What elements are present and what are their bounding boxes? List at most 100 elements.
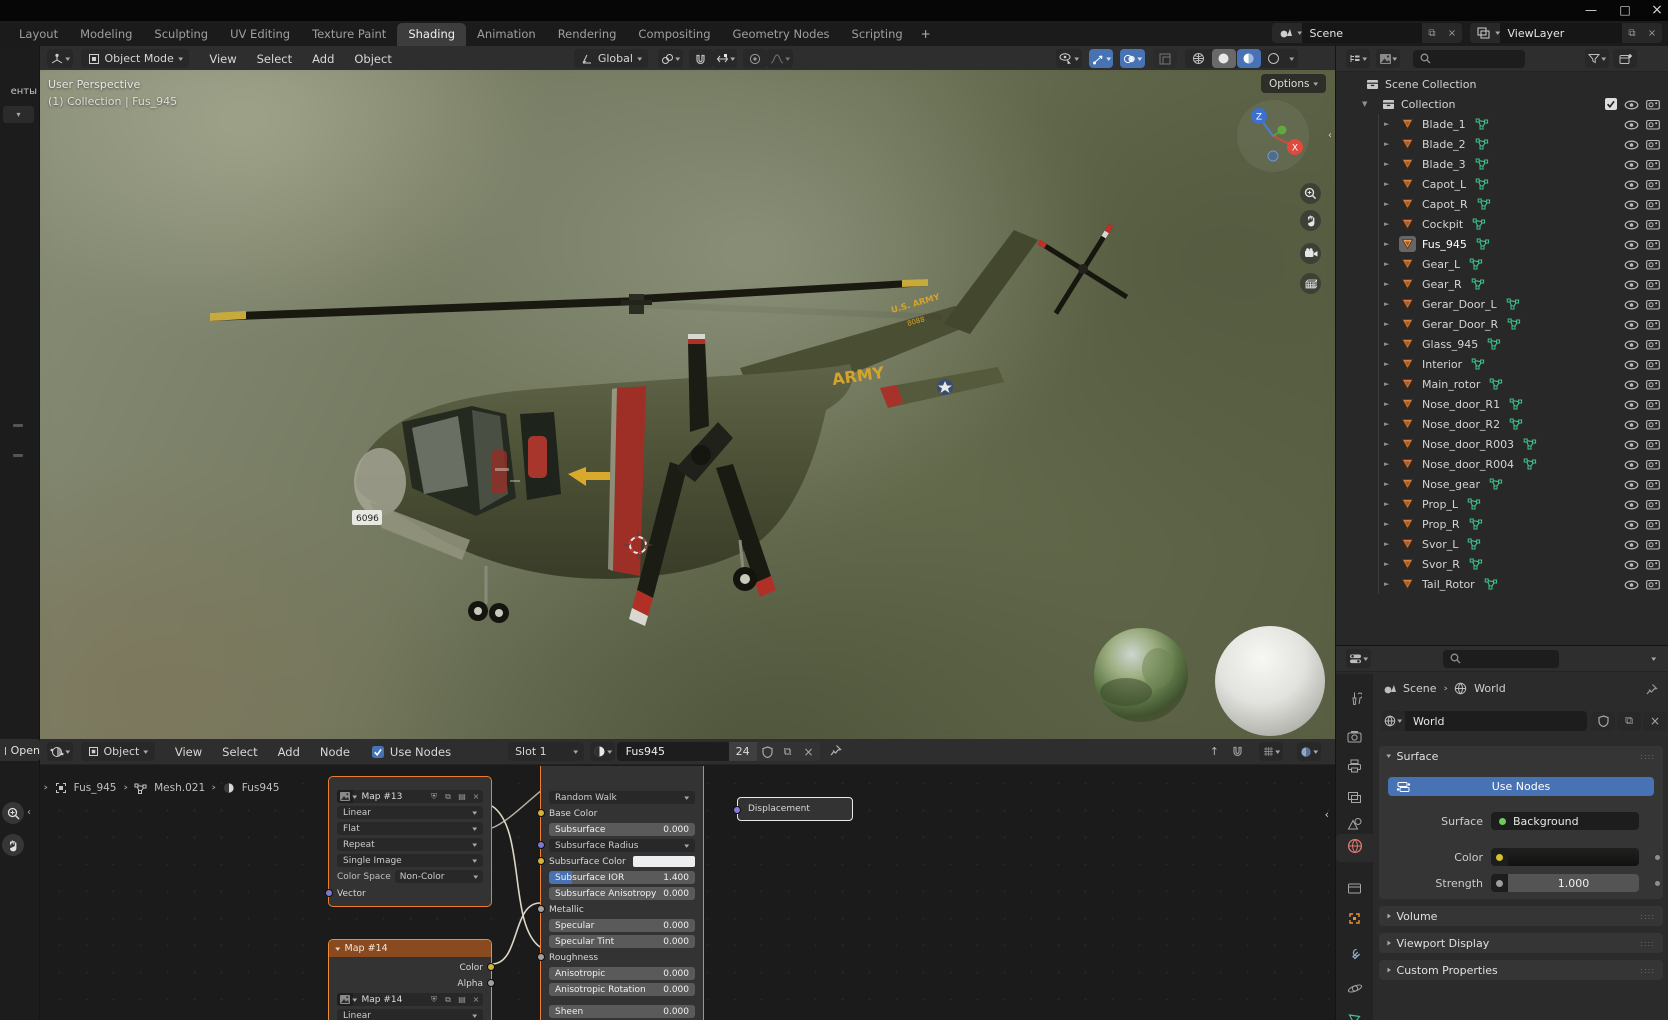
node-snap-magnet-icon[interactable] — [1232, 742, 1243, 761]
breadcrumb-object[interactable]: Fus_945 — [74, 782, 117, 794]
source-dropdown[interactable]: Single Image ▾ — [337, 854, 483, 867]
expand-caret-icon[interactable]: ► — [1384, 280, 1389, 288]
workspace-tab-shading[interactable]: Shading — [397, 23, 467, 46]
minimize-button[interactable]: — — [1578, 1, 1604, 19]
outliner-row-svor-r[interactable]: ► Svor_R — [1336, 554, 1668, 574]
hide-eye-icon[interactable] — [1624, 515, 1639, 534]
outliner-row-prop-r[interactable]: ► Prop_R — [1336, 514, 1668, 534]
outliner-search-input[interactable] — [1413, 49, 1525, 68]
pivot-point-dropdown[interactable]: ▾ — [658, 49, 683, 68]
outliner-row-svor-l[interactable]: ► Svor_L — [1336, 534, 1668, 554]
shader-type-dropdown[interactable]: Object ▾ — [80, 742, 155, 761]
fake-user-shield-icon[interactable] — [1591, 711, 1615, 731]
hide-eye-icon[interactable] — [1624, 535, 1639, 554]
bsdf-subsurface-anisotropy-slider[interactable]: Subsurface Anisotropy 0.000 — [549, 887, 695, 900]
properties-tab-output[interactable] — [1336, 753, 1373, 781]
camera-view-button[interactable] — [1300, 243, 1321, 264]
hide-eye-icon[interactable] — [1624, 195, 1639, 214]
expand-caret-icon[interactable]: ► — [1384, 440, 1389, 448]
panel-volume[interactable]: ▾ Volume:::: — [1379, 906, 1663, 926]
mode-dropdown[interactable]: Object Mode ▾ — [80, 49, 190, 68]
shader-menu-node[interactable]: Node — [310, 745, 360, 759]
outliner-row-nose-door-r1[interactable]: ► Nose_door_R1 — [1336, 394, 1668, 414]
transform-orientation-dropdown[interactable]: Global ▾ — [573, 49, 649, 68]
bsdf-subsurface-ior-slider[interactable]: Subsurface IOR 1.400 — [549, 871, 695, 884]
copy-icon[interactable]: ⧉ — [1422, 28, 1442, 39]
close-icon[interactable]: × — [1642, 28, 1662, 39]
color-output-socket[interactable] — [487, 963, 495, 971]
collapse-left-icon[interactable]: ‹ — [27, 807, 31, 818]
zoom-button[interactable] — [1300, 183, 1321, 204]
color-space-dropdown[interactable]: Non-Color ▾ — [394, 870, 483, 883]
camera-visibility-icon[interactable] — [1646, 395, 1660, 414]
expand-caret-icon[interactable]: ► — [1384, 260, 1389, 268]
shield-icon[interactable]: ⛨ — [427, 995, 441, 1005]
camera-visibility-icon[interactable] — [1646, 135, 1660, 154]
expand-caret-icon[interactable]: ► — [1384, 580, 1389, 588]
expand-caret-icon[interactable]: ► — [1384, 360, 1389, 368]
copy-icon[interactable]: ⧉ — [441, 995, 455, 1005]
shading-material-preview-icon[interactable] — [1236, 49, 1261, 68]
interpolation-dropdown[interactable]: Linear ▾ — [337, 1009, 483, 1020]
expand-caret-icon[interactable]: ► — [1384, 380, 1389, 388]
hide-eye-icon[interactable] — [1624, 315, 1639, 334]
filter-type-dropdown[interactable]: ▾ — [1376, 49, 1400, 68]
hide-eye-icon[interactable] — [1624, 415, 1639, 434]
properties-tab-object[interactable] — [1336, 906, 1373, 934]
breadcrumb-scene[interactable]: Scene — [1403, 682, 1437, 695]
properties-tab-collection[interactable] — [1336, 874, 1373, 902]
expand-caret-icon[interactable]: ► — [1384, 420, 1389, 428]
expand-caret-icon[interactable]: ► — [1384, 560, 1389, 568]
workspace-tab-uv-editing[interactable]: UV Editing — [219, 23, 301, 46]
bsdf-specular-slider[interactable]: Specular 0.000 — [549, 919, 695, 932]
expand-caret-icon[interactable]: ► — [1384, 240, 1389, 248]
alpha-output-socket[interactable] — [487, 979, 495, 987]
image-datablock-row[interactable]: ▾ Map #14 ⛨ ⧉ ▤ × — [337, 993, 483, 1006]
image-texture-node-map13[interactable]: ▾ Map #13 ⛨ ⧉ ▤ × Linear ▾ Flat ▾ Repeat ▾ … — [325, 776, 492, 907]
camera-visibility-icon[interactable] — [1646, 95, 1660, 114]
pan-button[interactable] — [1300, 210, 1321, 231]
new-collection-button[interactable] — [1613, 49, 1637, 68]
copy-material-icon[interactable]: ⧉ — [777, 742, 798, 761]
hidden-panel-tab[interactable]: енты — [11, 86, 37, 97]
pan-widget-button[interactable] — [2, 834, 24, 856]
bsdf-sheen-slider[interactable]: Sheen 0.000 — [549, 1005, 695, 1018]
outliner-row-capot-r[interactable]: ► Capot_R — [1336, 194, 1668, 214]
camera-visibility-icon[interactable] — [1646, 475, 1660, 494]
workspace-tab-compositing[interactable]: Compositing — [627, 23, 721, 46]
outliner-row-tail-rotor[interactable]: ► Tail_Rotor — [1336, 574, 1668, 594]
node-header[interactable]: ▾ Map #14 — [329, 940, 491, 957]
camera-visibility-icon[interactable] — [1646, 295, 1660, 314]
animate-decorator[interactable] — [1655, 880, 1660, 886]
camera-visibility-icon[interactable] — [1646, 555, 1660, 574]
expand-sidebar-icon[interactable]: ‹ — [1325, 808, 1329, 821]
node-canvas[interactable]: › Fus_945 › Mesh.021 › Fus945 ‹ ▾ Map #1… — [40, 766, 1335, 1020]
hide-eye-icon[interactable] — [1624, 395, 1639, 414]
image-datablock-row[interactable]: ▾ Map #13 ⛨ ⧉ ▤ × — [337, 790, 483, 803]
outliner-row-nose-door-r004[interactable]: ► Nose_door_R004 — [1336, 454, 1668, 474]
maximize-button[interactable]: □ — [1612, 1, 1638, 19]
expand-caret-icon[interactable]: ► — [1384, 300, 1389, 308]
editor-type-shader-icon[interactable]: ▾ — [47, 742, 73, 761]
expand-caret-icon[interactable]: ► — [1384, 400, 1389, 408]
camera-visibility-icon[interactable] — [1646, 215, 1660, 234]
pin-icon[interactable] — [829, 742, 842, 761]
sss-method-dropdown[interactable]: Random Walk ▾ — [549, 791, 695, 804]
unlink-material-icon[interactable]: × — [797, 742, 820, 761]
viewport-canvas[interactable]: 6096 ARMY U.S. ARMY 8088 User Perspectiv… — [40, 70, 1335, 739]
workspace-tab-animation[interactable]: Animation — [466, 23, 547, 46]
shader-menu-select[interactable]: Select — [212, 745, 267, 759]
shading-rendered-icon[interactable] — [1262, 49, 1286, 68]
expand-caret-icon[interactable]: ► — [1384, 200, 1389, 208]
snap-with-dropdown[interactable]: ▾ — [712, 49, 738, 68]
viewport-menu-select[interactable]: Select — [247, 52, 302, 66]
outliner-row-glass-945[interactable]: ► Glass_945 — [1336, 334, 1668, 354]
camera-visibility-icon[interactable] — [1646, 115, 1660, 134]
outliner-row-nose-gear[interactable]: ► Nose_gear — [1336, 474, 1668, 494]
properties-search-input[interactable] — [1442, 649, 1559, 668]
properties-tab-view-layer[interactable] — [1336, 784, 1373, 812]
image-texture-node-map14[interactable]: ▾ Map #14 Color Alpha ▾ Map #14 ⛨ ⧉ ▤ × … — [328, 939, 495, 1020]
outliner-row-prop-l[interactable]: ► Prop_L — [1336, 494, 1668, 514]
hide-eye-icon[interactable] — [1624, 375, 1639, 394]
camera-visibility-icon[interactable] — [1646, 495, 1660, 514]
